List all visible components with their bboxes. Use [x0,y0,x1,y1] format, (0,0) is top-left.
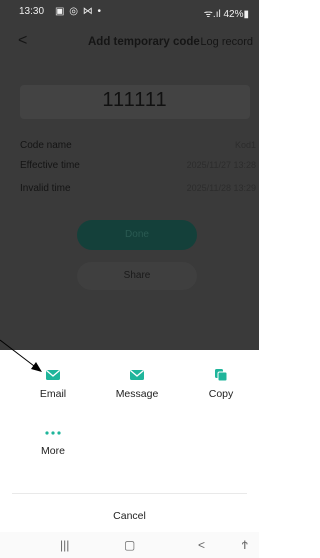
pointer-arrow-icon [0,339,42,372]
